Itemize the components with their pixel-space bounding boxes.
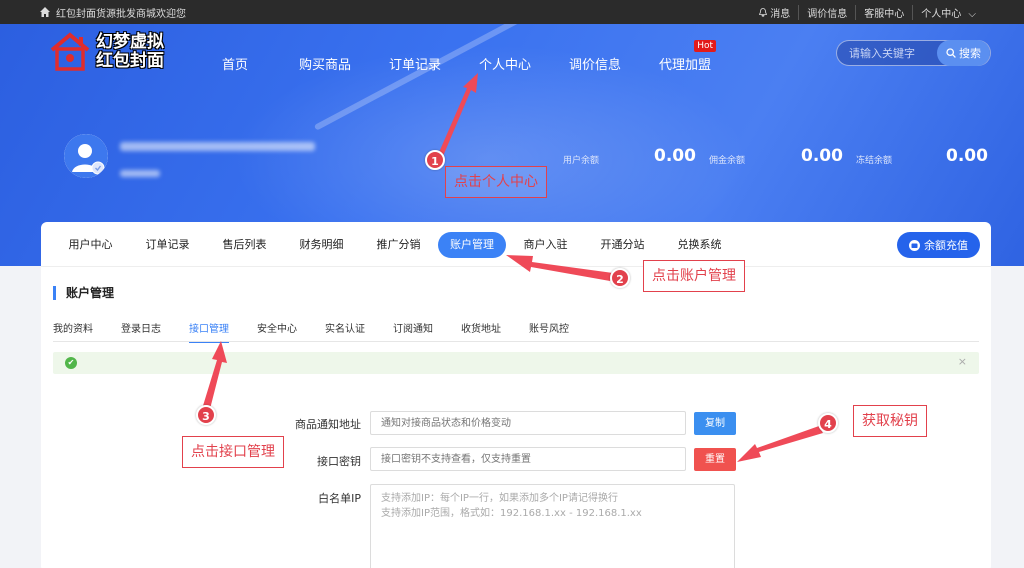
step-4-badge: 4 <box>818 413 838 433</box>
nav-agent-join[interactable]: 代理加盟 Hot <box>640 40 730 73</box>
tab-finance[interactable]: 财务明细 <box>284 232 359 258</box>
price-info-link[interactable]: 调价信息 <box>798 4 855 20</box>
frozen-balance: 冻结余额 0.00 <box>856 146 988 166</box>
step-4-callout: 获取秘钥 <box>853 405 927 437</box>
step-2-callout: 点击账户管理 <box>643 260 745 292</box>
user-icon <box>64 134 108 178</box>
nav-personal-center[interactable]: 个人中心 <box>460 54 550 73</box>
whitelist-ip-textarea[interactable]: 支持添加IP：每个IP一行，如果添加多个IP请记得换行 支持添加IP范围，格式如… <box>370 484 735 568</box>
close-icon[interactable]: × <box>958 355 967 368</box>
subtab-login-log[interactable]: 登录日志 <box>121 320 161 343</box>
bell-icon <box>758 7 768 17</box>
notify-url-input[interactable] <box>370 411 686 435</box>
whitelist-ip-label: 白名单IP <box>318 492 361 505</box>
nav-order-records[interactable]: 订单记录 <box>370 54 460 73</box>
tab-merchant-join[interactable]: 商户入驻 <box>508 232 583 258</box>
blurred-user-info <box>120 170 160 177</box>
avatar[interactable] <box>64 134 108 178</box>
search-input[interactable] <box>837 46 937 60</box>
step-3-badge: 3 <box>196 405 216 425</box>
subtab-risk-control[interactable]: 账号风控 <box>529 320 569 343</box>
logo-text: 幻梦虚拟 红包封面 <box>96 32 164 71</box>
subtab-api-management[interactable]: 接口管理 <box>189 320 229 343</box>
personal-center-dropdown[interactable]: 个人中心 ⌵ <box>912 4 984 20</box>
subtab-shipping-address[interactable]: 收货地址 <box>461 320 501 343</box>
tab-after-sales[interactable]: 售后列表 <box>207 232 282 258</box>
tab-account-management[interactable]: 账户管理 <box>438 232 506 258</box>
main-nav: 首页 购买商品 订单记录 个人中心 调价信息 代理加盟 Hot <box>190 40 730 73</box>
success-alert: ✔ × <box>53 352 979 374</box>
subtab-my-profile[interactable]: 我的资料 <box>53 320 93 343</box>
api-key-label: 接口密钥 <box>317 455 361 468</box>
nav-price-info[interactable]: 调价信息 <box>550 54 640 73</box>
step-1-callout: 点击个人中心 <box>445 166 547 198</box>
account-card: 用户中心 订单记录 售后列表 财务明细 推广分销 账户管理 商户入驻 开通分站 … <box>41 222 991 568</box>
tab-order-records[interactable]: 订单记录 <box>130 232 205 258</box>
wallet-icon <box>909 239 920 251</box>
subtab-real-name-auth[interactable]: 实名认证 <box>325 320 365 343</box>
tabs-divider <box>41 266 991 267</box>
service-center-link[interactable]: 客服中心 <box>855 4 912 20</box>
nav-buy-products[interactable]: 购买商品 <box>280 54 370 73</box>
search-icon <box>946 48 956 58</box>
subtab-security-center[interactable]: 安全中心 <box>257 320 297 343</box>
search-button[interactable]: 搜索 <box>937 40 990 66</box>
house-logo-icon <box>50 32 90 71</box>
step-2-badge: 2 <box>610 268 630 288</box>
tab-open-substation[interactable]: 开通分站 <box>585 232 660 258</box>
copy-button[interactable]: 复制 <box>694 412 736 435</box>
step-1-badge: 1 <box>425 150 445 170</box>
nav-home[interactable]: 首页 <box>190 54 280 73</box>
top-bar: 红包封面货源批发商城欢迎您 消息 调价信息 客服中心 个人中心 ⌵ <box>0 0 1024 24</box>
api-key-input[interactable] <box>370 447 686 471</box>
search-box: 搜索 <box>836 40 991 66</box>
blurred-username <box>120 142 315 151</box>
notify-url-label: 商品通知地址 <box>295 418 361 431</box>
account-subtabs: 我的资料 登录日志 接口管理 安全中心 实名认证 订阅通知 收货地址 账号风控 <box>53 320 597 343</box>
site-logo[interactable]: 幻梦虚拟 红包封面 <box>48 32 164 72</box>
top-links: 消息 调价信息 客服中心 个人中心 ⌵ <box>751 4 984 20</box>
tab-promotion[interactable]: 推广分销 <box>361 232 436 258</box>
section-title: 账户管理 <box>53 286 114 300</box>
subtab-subscription[interactable]: 订阅通知 <box>393 320 433 343</box>
reset-button[interactable]: 重置 <box>694 448 736 471</box>
step-3-callout: 点击接口管理 <box>182 436 284 468</box>
welcome-area: 红包封面货源批发商城欢迎您 <box>40 5 186 20</box>
user-balance: 用户余额 0.00 <box>563 146 696 166</box>
welcome-text: 红包封面货源批发商城欢迎您 <box>56 8 186 20</box>
tab-user-center[interactable]: 用户中心 <box>53 232 128 258</box>
check-circle-icon: ✔ <box>65 357 77 369</box>
hot-badge: Hot <box>694 40 716 52</box>
home-icon[interactable] <box>40 7 50 17</box>
messages-link[interactable]: 消息 <box>751 5 798 20</box>
account-tabs: 用户中心 订单记录 售后列表 财务明细 推广分销 账户管理 商户入驻 开通分站 … <box>53 232 739 258</box>
chevron-down-icon: ⌵ <box>968 8 976 20</box>
tab-exchange-system[interactable]: 兑换系统 <box>662 232 737 258</box>
commission-balance: 佣金余额 0.00 <box>709 146 843 166</box>
recharge-button[interactable]: 余额充值 <box>897 232 980 258</box>
subtabs-divider <box>53 341 979 342</box>
